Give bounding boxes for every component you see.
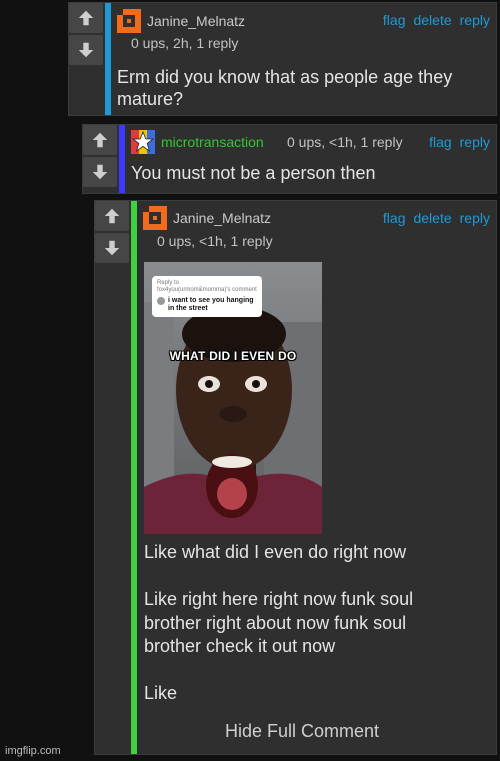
reply-card: Reply to fox4you(urmom&momma)'s comment … — [152, 276, 262, 317]
arrow-up-icon — [78, 10, 94, 26]
thread-stripe — [119, 125, 125, 193]
user-avatar-icon[interactable] — [143, 206, 167, 230]
comment-body: Erm did you know that as people age they… — [117, 67, 453, 109]
meme-caption: WHAT DID I EVEN DO — [169, 349, 297, 363]
upvote-button[interactable] — [69, 3, 103, 33]
comment-body: Like what did I even do right now Like r… — [144, 542, 414, 703]
arrow-down-icon — [92, 164, 108, 180]
comment-header: Janine_Melnatz — [117, 9, 245, 33]
vote-column — [83, 125, 117, 187]
flag-link[interactable]: flag — [383, 12, 406, 28]
vote-column — [95, 201, 129, 263]
delete-link[interactable]: delete — [413, 210, 451, 226]
reply-user: fox4you(urmom&momma)'s comment — [157, 287, 257, 293]
username[interactable]: Janine_Melnatz — [147, 13, 245, 29]
reply-link[interactable]: reply — [460, 12, 490, 28]
arrow-down-icon — [104, 240, 120, 256]
arrow-down-icon — [78, 42, 94, 58]
comment-actions: flag reply — [429, 134, 490, 150]
upvote-button[interactable] — [95, 201, 129, 231]
thread-stripe — [131, 201, 137, 754]
comment-actions: flag delete reply — [383, 210, 490, 226]
reply-link[interactable]: reply — [460, 210, 490, 226]
meme-image[interactable]: Reply to fox4you(urmom&momma)'s comment … — [144, 262, 322, 534]
comment-actions: flag delete reply — [383, 12, 490, 28]
comment-header: Janine_Melnatz — [143, 206, 271, 230]
comment-meta: 0 ups, 2h, 1 reply — [131, 35, 239, 51]
arrow-up-icon — [104, 208, 120, 224]
downvote-button[interactable] — [95, 233, 129, 263]
upvote-button[interactable] — [83, 125, 117, 155]
comment-meta: 0 ups, <1h, 1 reply — [157, 233, 273, 249]
comment-2: microtransaction 0 ups, <1h, 1 reply fla… — [82, 124, 497, 194]
flag-link[interactable]: flag — [383, 210, 406, 226]
downvote-button[interactable] — [83, 157, 117, 187]
reply-label: Reply to — [157, 280, 180, 286]
thread-stripe — [105, 3, 111, 115]
comment-body: You must not be a person then — [131, 163, 376, 183]
star-avatar-icon[interactable] — [131, 130, 155, 154]
username[interactable]: microtransaction — [161, 134, 264, 150]
watermark: imgflip.com — [5, 745, 61, 757]
reply-text: i want to see you hanging in the street — [168, 297, 254, 312]
comment-header: microtransaction — [131, 130, 264, 154]
vote-column — [69, 3, 103, 65]
comment-meta: 0 ups, <1h, 1 reply — [287, 134, 403, 150]
comment-1: Janine_Melnatz 0 ups, 2h, 1 reply flag d… — [68, 2, 497, 116]
reply-link[interactable]: reply — [460, 134, 490, 150]
downvote-button[interactable] — [69, 35, 103, 65]
reply-avatar — [157, 297, 165, 305]
delete-link[interactable]: delete — [413, 12, 451, 28]
username[interactable]: Janine_Melnatz — [173, 210, 271, 226]
flag-link[interactable]: flag — [429, 134, 452, 150]
user-avatar-icon[interactable] — [117, 9, 141, 33]
arrow-up-icon — [92, 132, 108, 148]
hide-full-comment-button[interactable]: Hide Full Comment — [225, 721, 379, 742]
